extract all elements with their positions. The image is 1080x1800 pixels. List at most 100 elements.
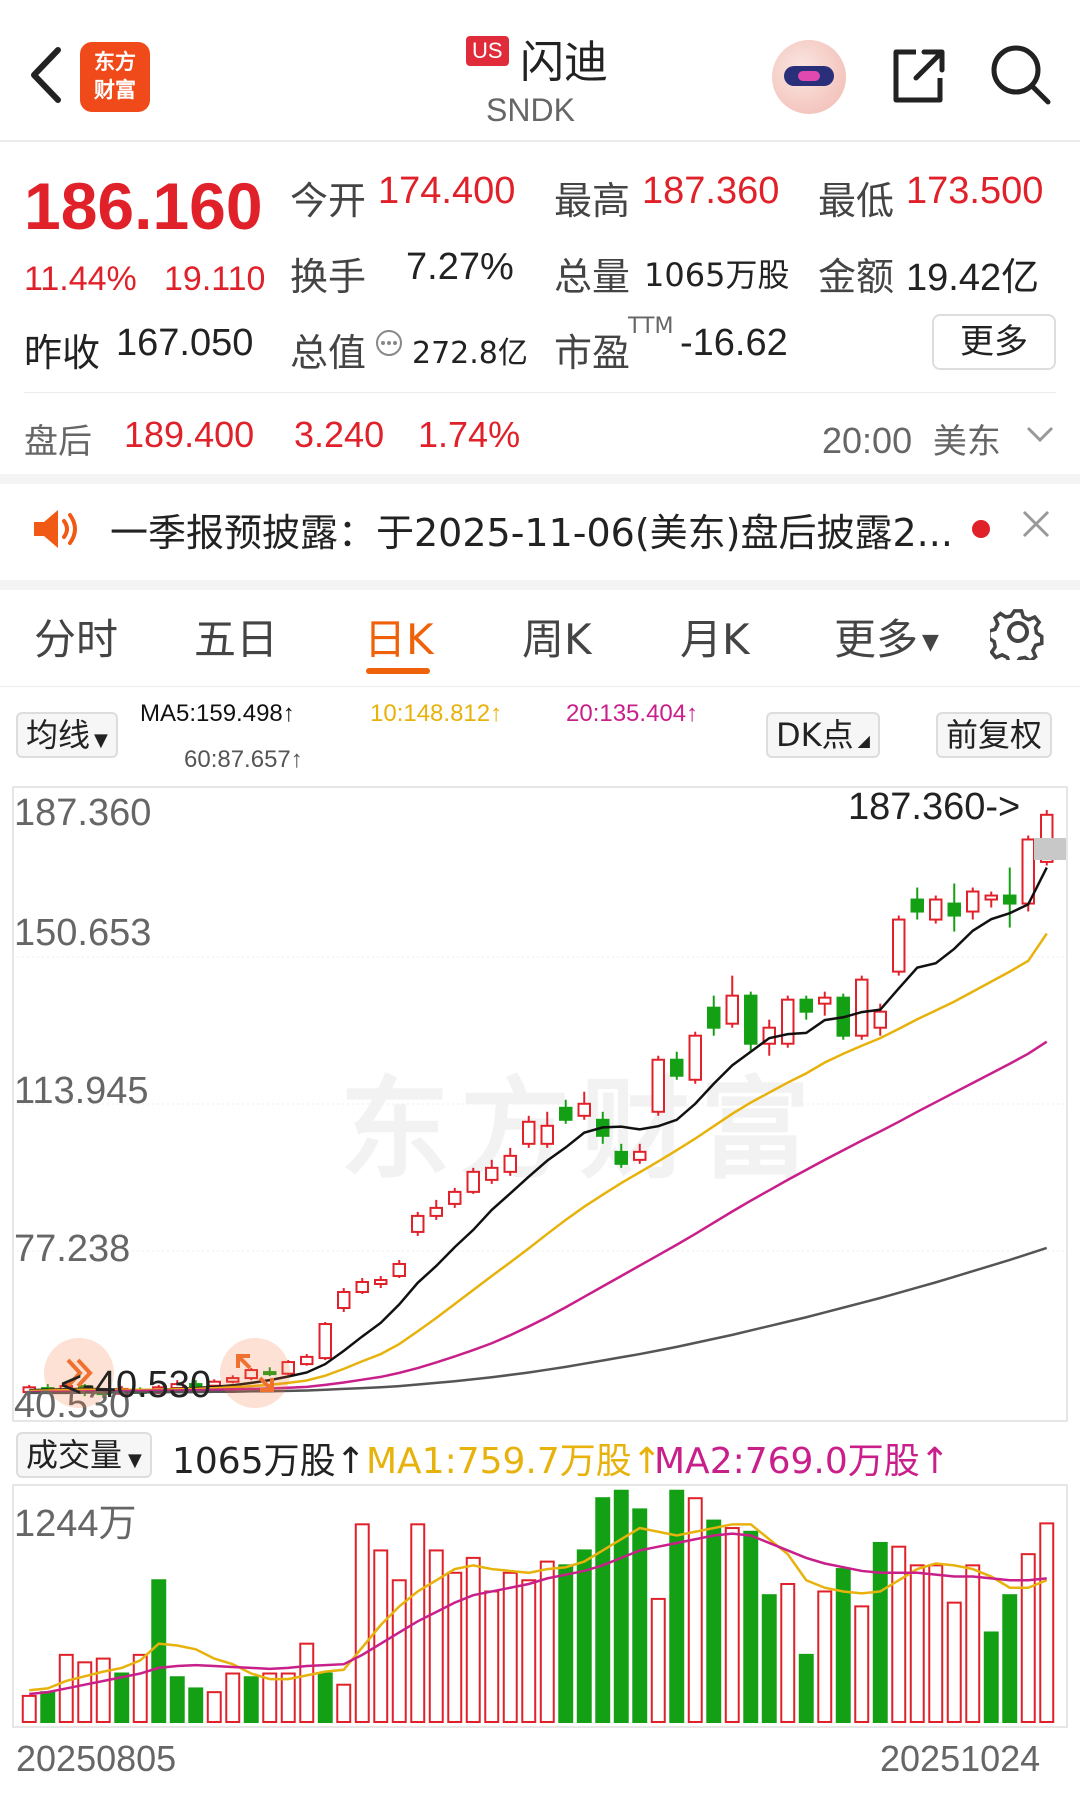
high-label: 最高: [554, 179, 631, 223]
share-button[interactable]: [886, 44, 950, 108]
candle-body-up: [355, 1280, 369, 1293]
candle-body-up: [892, 918, 906, 973]
dk-points-button[interactable]: DK点 ◢: [766, 712, 880, 758]
candle-body-down: [670, 1058, 684, 1077]
candle: [1021, 835, 1035, 912]
close-button[interactable]: [1016, 504, 1056, 544]
search-button[interactable]: [988, 42, 1052, 106]
tab-weekly-k[interactable]: 周K: [522, 606, 592, 667]
volume-bar-down: [669, 1489, 685, 1723]
volume-bar-up: [95, 1657, 111, 1724]
marker-circle[interactable]: [220, 1338, 290, 1408]
after-hours-time-value: 20:00: [822, 420, 913, 461]
candle: [910, 887, 924, 920]
tab-more[interactable]: 更多 ▼: [834, 606, 939, 667]
candle-body-up: [725, 994, 739, 1025]
volume-bar-up: [521, 1579, 537, 1723]
candle: [318, 1322, 332, 1361]
open-value: 174.400: [378, 170, 516, 212]
candle-body-up: [300, 1355, 314, 1366]
candle: [503, 1147, 517, 1176]
speaker-icon: [30, 506, 82, 552]
caret-down-icon: ▼: [94, 730, 108, 751]
active-tab-indicator: [366, 668, 430, 674]
volume-bar-down: [151, 1579, 167, 1723]
after-hours-price: 189.400: [124, 414, 255, 455]
kline-chart[interactable]: [12, 786, 1068, 1422]
tab-monthly-k[interactable]: 月K: [680, 606, 750, 667]
ma-selector[interactable]: 均线 ▼: [16, 712, 118, 758]
close-icon: [1022, 510, 1050, 538]
candle-body-up: [411, 1214, 425, 1233]
volume-bar-up: [299, 1642, 315, 1723]
gear-icon: [987, 609, 1044, 666]
candle: [540, 1111, 554, 1148]
quote-divider: [24, 392, 1056, 393]
settings-button[interactable]: [987, 604, 1046, 666]
volume-bar-up: [77, 1661, 93, 1724]
notice-text[interactable]: 一季报预披露：于2025-11-06(美东)盘后披露2...: [110, 502, 953, 557]
after-hours-label: 盘后: [24, 422, 92, 462]
adjust-button[interactable]: 前复权: [936, 712, 1053, 758]
volume-bar-up: [502, 1571, 518, 1723]
candle-body-down: [799, 998, 813, 1013]
candle: [725, 975, 739, 1028]
volume-bar-up: [946, 1601, 962, 1723]
high-value: 187.360: [642, 170, 780, 212]
candle-body-up: [984, 894, 998, 901]
y-tick-label: 77.238: [14, 1228, 131, 1270]
market-badge: US: [466, 36, 509, 66]
volume-bar-up: [447, 1571, 463, 1723]
prev-close-value: 167.050: [116, 322, 254, 364]
volume-bar-up: [132, 1653, 148, 1723]
assistant-avatar-icon[interactable]: [772, 40, 846, 114]
candle: [670, 1051, 684, 1080]
volume-chart[interactable]: [12, 1484, 1068, 1728]
volume-bar-down: [872, 1541, 888, 1723]
candle-body-up: [337, 1290, 351, 1310]
logo-text-line1: 东方: [94, 50, 136, 74]
ma20-value: 20:135.404↑: [566, 700, 699, 727]
volume-bar-down: [632, 1508, 648, 1724]
tab-intraday[interactable]: 分时: [34, 606, 118, 667]
candle-body-up: [929, 898, 943, 921]
candle-body-up: [503, 1154, 517, 1173]
more-dots-icon[interactable]: [374, 328, 404, 358]
header-divider: [0, 140, 1080, 142]
candle: [892, 915, 906, 976]
volume-bar-up: [928, 1564, 944, 1723]
tab-daily-k[interactable]: 日K: [364, 606, 434, 667]
after-hours-time[interactable]: 20:00 美东: [822, 414, 1001, 463]
header: 东方 财富 US 闪迪 SNDK: [0, 0, 1080, 140]
candle: [466, 1167, 480, 1194]
candle-body-up: [577, 1102, 591, 1117]
volume-bar-up: [484, 1590, 500, 1724]
after-hours-change-pct: 1.74%: [418, 414, 521, 455]
volume-bar-down: [188, 1687, 204, 1723]
candle: [651, 1055, 665, 1116]
candle-body-up: [855, 978, 869, 1037]
volume-bar-up: [373, 1549, 389, 1723]
candle: [448, 1187, 462, 1208]
volume-bar-up: [262, 1672, 278, 1724]
volume-bar-up: [539, 1560, 555, 1723]
indicator-selector[interactable]: 成交量 ▼: [16, 1432, 152, 1478]
back-button[interactable]: [22, 40, 72, 110]
tab-five-day[interactable]: 五日: [194, 606, 278, 667]
x-start-date: 20250805: [16, 1738, 177, 1779]
open-label: 今开: [290, 179, 367, 223]
candle: [947, 883, 961, 932]
search-icon: [991, 45, 1051, 105]
candle-body-up: [485, 1166, 499, 1181]
candle-body-down: [614, 1150, 628, 1165]
candle: [300, 1354, 314, 1366]
chevron-down-icon[interactable]: [1024, 418, 1056, 454]
expand-icon: [236, 1354, 274, 1392]
candle: [429, 1199, 443, 1220]
candle: [744, 991, 758, 1052]
candle: [374, 1275, 388, 1288]
ma60-value: 60:87.657↑: [184, 746, 303, 773]
candle-body-up: [318, 1323, 332, 1360]
more-button[interactable]: 更多: [932, 314, 1056, 370]
candle-body-up: [633, 1150, 647, 1161]
